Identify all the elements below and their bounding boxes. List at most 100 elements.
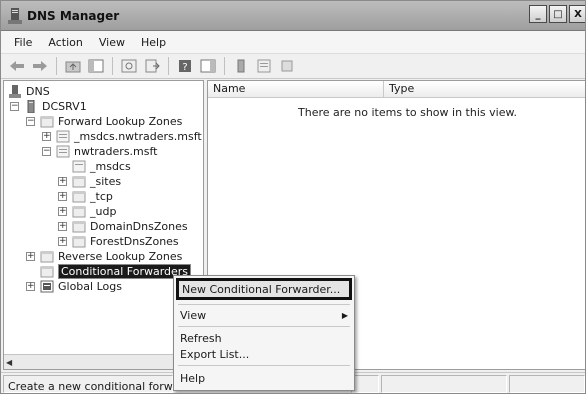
tree-item-reverse-lookup-zones[interactable]: Reverse Lookup Zones	[40, 249, 182, 264]
dns-app-icon	[8, 8, 22, 24]
column-header-name[interactable]: Name	[208, 81, 384, 98]
menu-view[interactable]: View	[92, 34, 132, 51]
tree-label: Forward Lookup Zones	[58, 115, 183, 128]
tree-label: DomainDnsZones	[90, 220, 188, 233]
zone-icon	[56, 130, 70, 143]
tree-label: DCSRV1	[42, 100, 87, 113]
menu-item-view[interactable]: View	[180, 309, 206, 322]
zone-icon	[56, 145, 70, 158]
folder-icon	[72, 191, 86, 203]
folder-icon	[40, 116, 54, 128]
tree-label: _sites	[90, 175, 122, 188]
folder-icon	[40, 266, 54, 278]
menu-help[interactable]: Help	[134, 34, 173, 51]
collapse-expander[interactable]: −	[26, 117, 35, 126]
tree-item-nwtraders-zone[interactable]: nwtraders.msft	[56, 144, 157, 159]
menu-item-help[interactable]: Help	[180, 372, 205, 385]
window-title: DNS Manager	[27, 9, 120, 23]
dns-manager-window: DNS Manager _ □ X File Action View Help	[0, 0, 586, 394]
svg-text:?: ?	[182, 62, 187, 73]
tree-item-dns[interactable]: DNS	[8, 84, 50, 99]
tree-label: _tcp	[90, 190, 113, 203]
menu-separator	[178, 304, 350, 305]
toolbar: ?	[1, 53, 585, 79]
tree-item-global-logs[interactable]: Global Logs	[40, 279, 122, 294]
folder-icon	[72, 236, 86, 248]
window-controls: _ □ X	[529, 5, 585, 25]
menu-item-refresh[interactable]: Refresh	[180, 332, 222, 345]
expand-expander[interactable]: +	[58, 192, 67, 201]
show-hide-tree-icon[interactable]	[86, 56, 106, 76]
expand-expander[interactable]: +	[58, 177, 67, 186]
show-hide-action-pane-icon[interactable]	[198, 56, 218, 76]
expand-expander[interactable]: +	[58, 237, 67, 246]
toolbar-separator	[224, 57, 225, 75]
record-icon[interactable]	[277, 56, 297, 76]
menu-separator	[178, 365, 350, 366]
collapse-expander[interactable]: −	[10, 102, 19, 111]
menu-separator	[178, 326, 350, 327]
context-menu: New Conditional Forwarder... View ▶ Refr…	[173, 275, 355, 391]
tree-label: Global Logs	[58, 280, 122, 293]
tree-item-udp[interactable]: _udp	[72, 204, 116, 219]
tree-label: ForestDnsZones	[90, 235, 179, 248]
folder-icon	[40, 251, 54, 263]
tree-item-forward-lookup-zones[interactable]: Forward Lookup Zones	[40, 114, 182, 129]
menu-file[interactable]: File	[7, 34, 39, 51]
up-folder-icon[interactable]	[63, 56, 83, 76]
tree-label-selected: Conditional Forwarders	[58, 264, 192, 279]
tree-label: _udp	[90, 205, 117, 218]
log-icon	[40, 280, 54, 293]
maximize-button[interactable]: □	[549, 5, 567, 23]
tree-item-domaindnszones[interactable]: DomainDnsZones	[72, 219, 188, 234]
tree-item-forestdnszones[interactable]: ForestDnsZones	[72, 234, 179, 249]
tree-item-conditional-forwarders[interactable]: Conditional Forwarders	[40, 264, 192, 279]
server-icon[interactable]	[231, 56, 251, 76]
dns-icon	[9, 85, 21, 98]
menu-item-label: New Conditional Forwarder...	[182, 283, 341, 296]
zone-icon	[72, 160, 86, 173]
expand-expander[interactable]: +	[26, 252, 35, 261]
forward-arrow-icon[interactable]	[30, 56, 50, 76]
collapse-expander[interactable]: −	[42, 147, 51, 156]
tree-item-sites[interactable]: _sites	[72, 174, 121, 189]
status-segment	[351, 375, 379, 393]
refresh-icon[interactable]	[119, 56, 139, 76]
menu-bar: File Action View Help	[1, 31, 585, 53]
status-segment	[509, 375, 585, 393]
folder-icon	[72, 221, 86, 233]
close-button[interactable]: X	[569, 5, 585, 23]
submenu-arrow-icon: ▶	[341, 311, 348, 320]
expand-expander[interactable]: +	[58, 222, 67, 231]
scroll-left-arrow-icon[interactable]: ◀	[6, 358, 12, 367]
empty-view-message: There are no items to show in this view.	[298, 106, 517, 119]
tree-label: _msdcs	[90, 160, 131, 173]
tree-label: DNS	[26, 85, 50, 98]
column-header-type[interactable]: Type	[384, 81, 585, 98]
help-icon[interactable]: ?	[175, 56, 195, 76]
expand-expander[interactable]: +	[42, 132, 51, 141]
menu-item-export-list[interactable]: Export List...	[180, 348, 249, 361]
folder-icon	[72, 206, 86, 218]
zone-icon[interactable]	[254, 56, 274, 76]
tree-item-tcp[interactable]: _tcp	[72, 189, 113, 204]
title-bar[interactable]: DNS Manager _ □ X	[1, 1, 585, 31]
back-arrow-icon[interactable]	[7, 56, 27, 76]
tree-label: nwtraders.msft	[74, 145, 158, 158]
expand-expander[interactable]: +	[58, 207, 67, 216]
toolbar-separator	[168, 57, 169, 75]
menu-item-new-conditional-forwarder[interactable]: New Conditional Forwarder...	[176, 278, 352, 300]
toolbar-separator	[112, 57, 113, 75]
server-icon	[27, 100, 35, 113]
minimize-button[interactable]: _	[529, 5, 547, 23]
tree-label: Reverse Lookup Zones	[58, 250, 183, 263]
tree-item-msdcs-zone[interactable]: _msdcs.nwtraders.msft	[56, 129, 202, 144]
folder-icon	[72, 176, 86, 188]
status-segment-main: Create a new conditional forwarder	[3, 375, 202, 393]
status-segment	[381, 375, 507, 393]
tree-item-msdcs[interactable]: _msdcs	[72, 159, 131, 174]
expand-expander[interactable]: +	[26, 282, 35, 291]
tree-item-server[interactable]: DCSRV1	[24, 99, 87, 114]
export-list-icon[interactable]	[142, 56, 162, 76]
menu-action[interactable]: Action	[41, 34, 89, 51]
